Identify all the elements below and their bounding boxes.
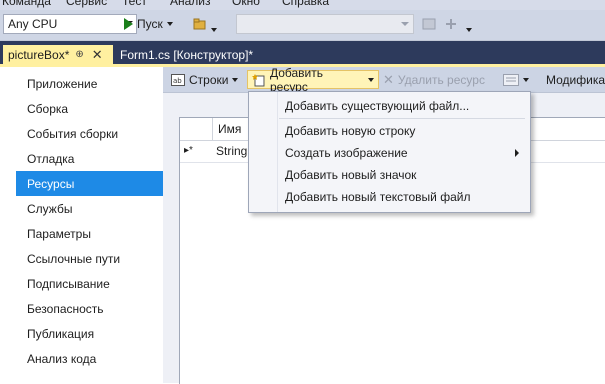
- menu-item-service[interactable]: Сервис: [66, 0, 107, 8]
- nav-item-build[interactable]: Сборка: [16, 96, 163, 121]
- document-tab-strip: pictureBox* ⊕ ✕ Form1.cs [Конструктор]*: [0, 41, 605, 64]
- nav-item-label: Публикация: [27, 326, 95, 341]
- start-button[interactable]: Пуск: [120, 14, 173, 34]
- menu-item-label: Добавить новую строку: [285, 124, 416, 138]
- nav-item-label: Сборка: [27, 101, 69, 116]
- chevron-down-icon: [232, 77, 239, 82]
- nav-item-publish[interactable]: Публикация: [16, 321, 163, 346]
- nav-item-label: Приложение: [27, 76, 98, 91]
- nav-item-signing[interactable]: Подписывание: [16, 271, 163, 296]
- platform-select-value: Any CPU: [8, 17, 58, 31]
- strings-label: Строки: [189, 72, 229, 87]
- pin-icon[interactable]: ⊕: [75, 49, 83, 60]
- remove-resource-label: Удалить ресурс: [397, 72, 485, 87]
- nav-item-label: Подписывание: [27, 276, 110, 291]
- nav-item-code-analysis[interactable]: Анализ кода: [16, 346, 163, 371]
- column-header-name[interactable]: Имя: [218, 122, 241, 136]
- menu-item-add-new-text-file[interactable]: Добавить новый текстовый файл: [250, 186, 529, 208]
- add-resource-menu: Добавить существующий файл... Добавить н…: [248, 91, 531, 213]
- nav-item-reference-paths[interactable]: Ссылочные пути: [16, 246, 163, 271]
- access-modifier-text: Модифика: [546, 72, 605, 87]
- platform-select[interactable]: Any CPU: [3, 14, 137, 34]
- menu-item-create-image[interactable]: Создать изображение: [250, 142, 529, 164]
- nav-item-settings[interactable]: Параметры: [16, 221, 163, 246]
- menu-item-label: Добавить существующий файл...: [285, 99, 470, 113]
- menu-item-analyze[interactable]: Анализ: [170, 0, 211, 8]
- new-row-marker: ▸*: [184, 145, 193, 156]
- folder-icon[interactable]: [193, 17, 207, 31]
- grid-cell-name[interactable]: String: [216, 144, 247, 158]
- add-resource-label: Добавить ресурс: [269, 65, 324, 94]
- nav-item-label: Ресурсы: [27, 176, 75, 191]
- menu-item-label: Добавить новый значок: [285, 168, 417, 182]
- access-modifier-label: Модифика: [546, 70, 605, 89]
- strings-icon: ab: [171, 73, 185, 86]
- play-icon: [124, 18, 133, 30]
- menu-item-team[interactable]: Команда: [2, 0, 51, 8]
- menu-item-label: Создать изображение: [285, 146, 408, 160]
- chevron-down-icon: [401, 22, 409, 26]
- view-list-icon: [503, 73, 519, 86]
- menu-item-add-new-icon[interactable]: Добавить новый значок: [250, 164, 529, 186]
- nav-item-debug[interactable]: Отладка: [16, 146, 163, 171]
- chevron-down-icon[interactable]: [211, 28, 217, 32]
- menu-item-help[interactable]: Справка: [282, 0, 329, 8]
- project-properties-nav: Приложение Сборка События сборки Отладка…: [0, 67, 172, 383]
- submenu-arrow-icon: [515, 149, 519, 157]
- main-toolbar: Any CPU Пуск: [0, 10, 605, 41]
- chevron-down-icon: [466, 28, 472, 32]
- chevron-down-icon[interactable]: [166, 22, 173, 26]
- remove-resource-button[interactable]: ✕ Удалить ресурс: [383, 70, 485, 89]
- menu-bar: Команда Сервис Тест Анализ Окно Справка: [0, 0, 605, 10]
- menu-item-window[interactable]: Окно: [232, 0, 260, 8]
- add-resource-button[interactable]: Добавить ресурс: [247, 66, 379, 94]
- resources-toolbar: ab Строки Добавить ресурс ✕ Удалить ресу…: [163, 66, 605, 94]
- nav-item-security[interactable]: Безопасность: [16, 296, 163, 321]
- strings-type-button[interactable]: ab Строки: [171, 70, 239, 89]
- chevron-down-icon: [368, 77, 374, 82]
- menu-divider: [279, 118, 525, 119]
- nav-item-services[interactable]: Службы: [16, 196, 163, 221]
- tab-picturebox-label: pictureBox*: [8, 47, 70, 62]
- close-icon[interactable]: ✕: [92, 47, 103, 63]
- menu-item-test[interactable]: Тест: [122, 0, 147, 8]
- menu-item-label: Добавить новый текстовый файл: [285, 190, 471, 204]
- grid-corner: [180, 118, 213, 140]
- add-resource-icon: [252, 73, 265, 86]
- view-button[interactable]: [503, 70, 529, 89]
- nav-item-label: Анализ кода: [27, 351, 97, 366]
- disabled-combo: [236, 14, 414, 34]
- menu-item-add-new-string[interactable]: Добавить новую строку: [250, 120, 529, 142]
- nav-item-label: Ссылочные пути: [27, 251, 121, 266]
- window-icon: [422, 18, 436, 30]
- nav-item-label: Службы: [27, 201, 73, 216]
- start-button-label: Пуск: [137, 17, 163, 31]
- tab-picturebox[interactable]: pictureBox* ⊕ ✕: [3, 45, 113, 64]
- menu-item-add-existing-file[interactable]: Добавить существующий файл...: [250, 95, 529, 117]
- plus-icon: [446, 19, 456, 29]
- nav-item-label: События сборки: [27, 126, 119, 141]
- svg-text:ab: ab: [173, 77, 182, 85]
- nav-item-resources[interactable]: Ресурсы: [16, 171, 172, 196]
- chevron-down-icon: [523, 77, 529, 82]
- nav-item-label: Безопасность: [27, 301, 104, 316]
- remove-icon: ✕: [383, 71, 394, 87]
- nav-item-application[interactable]: Приложение: [16, 71, 163, 96]
- tab-form1-designer[interactable]: Form1.cs [Конструктор]*: [116, 46, 257, 63]
- tab-form1-designer-label: Form1.cs [Конструктор]*: [120, 47, 254, 62]
- nav-item-label: Отладка: [27, 151, 75, 166]
- nav-item-label: Параметры: [27, 226, 91, 241]
- nav-item-build-events[interactable]: События сборки: [16, 121, 163, 146]
